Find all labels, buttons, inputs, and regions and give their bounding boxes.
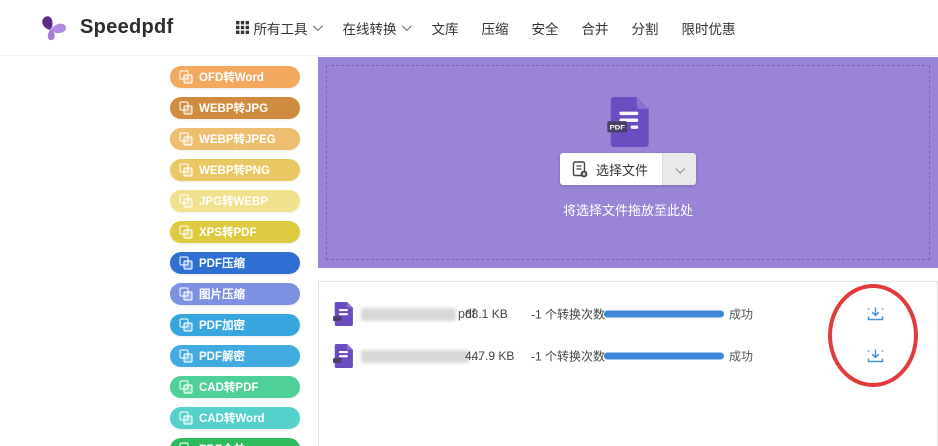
file-size: 68.1 KB: [465, 307, 508, 321]
progress-bar: [604, 352, 724, 360]
cad-to-word-icon: [179, 411, 193, 425]
drop-hint-text: 将选择文件拖放至此处: [562, 203, 693, 218]
file-list-panel: pdf 68.1 KB -1 个转换次数 成功... 447.9 KB -1 个转换次数成…: [318, 281, 938, 446]
file-name: pdf: [361, 307, 475, 321]
webp-to-jpg-icon: [179, 101, 193, 115]
download-icon[interactable]: [867, 348, 884, 364]
conversion-count: -1 个转换次数: [531, 307, 606, 322]
logo-text: Speedpdf: [80, 16, 174, 38]
nav-library[interactable]: 文库: [432, 18, 459, 38]
jpg-to-webp-icon: [179, 194, 193, 208]
chevron-down-icon: [675, 163, 686, 174]
nav-limited-offer[interactable]: 限时优惠: [682, 18, 736, 38]
pdf-compress-icon: [179, 256, 193, 270]
status-text: 成功: [729, 349, 754, 364]
conversion-count: -1 个转换次数: [531, 349, 606, 364]
pdf-merge-icon: [179, 442, 193, 446]
sidebar-item-webp-to-jpg[interactable]: WEBP转JPG: [170, 97, 300, 119]
choose-file-label: 选择文件: [595, 162, 649, 178]
cad-to-pdf-icon: [179, 380, 193, 394]
file-name: ...: [361, 349, 481, 363]
sidebar-item-xps-to-pdf[interactable]: XPS转PDF: [170, 221, 300, 243]
nav-merge[interactable]: 合并: [582, 18, 609, 38]
choose-file-button[interactable]: 选择文件: [559, 153, 697, 185]
xps-to-pdf-icon: [179, 225, 193, 239]
sidebar-item-pdf-decrypt[interactable]: PDF解密: [170, 345, 300, 367]
pdf-file-icon: [333, 344, 353, 368]
upload-dropzone[interactable]: PDF 选择文件 将选择文件拖放至此处: [318, 57, 938, 268]
redacted-filename: [361, 349, 469, 363]
nav-label: 所有工具: [253, 21, 308, 37]
chevron-down-icon: [312, 21, 323, 32]
nav-security[interactable]: 安全: [532, 18, 559, 38]
image-compress-icon: [179, 287, 193, 301]
sidebar-item-webp-to-png[interactable]: WEBP转PNG: [170, 159, 300, 181]
sidebar-item-ofd-to-word[interactable]: OFD转Word: [170, 66, 300, 88]
sidebar-item-webp-to-jpeg[interactable]: WEBP转JPEG: [170, 128, 300, 150]
webp-to-jpeg-icon: [179, 132, 193, 146]
nav-online-convert[interactable]: 在线转换: [342, 18, 412, 38]
svg-text:PDF: PDF: [609, 123, 625, 132]
webp-to-png-icon: [179, 163, 193, 177]
choose-file-main[interactable]: 选择文件: [559, 153, 663, 185]
download-icon[interactable]: [867, 306, 884, 322]
sidebar-item-pdf-merge[interactable]: PDF合并: [170, 438, 300, 446]
choose-file-dropdown[interactable]: [662, 153, 697, 185]
sidebar-item-image-compress[interactable]: 图片压缩: [170, 283, 300, 305]
main-nav: 所有工具 在线转换 文库 压缩 安全 合并 分割 限时优惠: [235, 18, 736, 38]
chevron-down-icon: [401, 21, 412, 32]
status-text: 成功: [729, 307, 754, 322]
grid-icon: [235, 21, 249, 34]
redacted-filename: [361, 307, 456, 321]
nav-all-tools[interactable]: 所有工具: [235, 18, 323, 38]
sidebar-item-pdf-encrypt[interactable]: PDF加密: [170, 314, 300, 336]
sidebar: OFD转Word WEBP转JPG WEBP转JPEG WEBP转PNG JPG转WEB…: [170, 66, 300, 446]
logo[interactable]: Speedpdf: [36, 11, 174, 45]
file-size: 447.9 KB: [465, 349, 515, 363]
nav-compress[interactable]: 压缩: [482, 18, 509, 38]
table-row: pdf 68.1 KB -1 个转换次数 成功: [319, 300, 937, 328]
ofd-to-word-icon: [179, 70, 193, 84]
pdf-file-icon: PDF: [607, 97, 649, 147]
sidebar-item-cad-to-pdf[interactable]: CAD转PDF: [170, 376, 300, 398]
file-plus-icon: [572, 160, 588, 178]
pdf-file-icon: [333, 302, 353, 326]
pdf-decrypt-icon: [179, 349, 193, 363]
pdf-encrypt-icon: [179, 318, 193, 332]
sidebar-item-jpg-to-webp[interactable]: JPG转WEBP: [170, 190, 300, 212]
page: Speedpdf 所有工具 在线转换 文库 压缩 安全 合并 分割 限时优惠 O…: [0, 0, 938, 446]
header: Speedpdf 所有工具 在线转换 文库 压缩 安全 合并 分割 限时优惠: [0, 0, 938, 56]
nav-split[interactable]: 分割: [632, 18, 659, 38]
nav-label: 在线转换: [342, 21, 397, 37]
butterfly-logo-icon: [36, 11, 70, 45]
table-row: ... 447.9 KB -1 个转换次数 成功: [319, 342, 937, 370]
progress-bar: [604, 310, 724, 318]
sidebar-item-pdf-compress[interactable]: PDF压缩: [170, 252, 300, 274]
sidebar-item-cad-to-word[interactable]: CAD转Word: [170, 407, 300, 429]
